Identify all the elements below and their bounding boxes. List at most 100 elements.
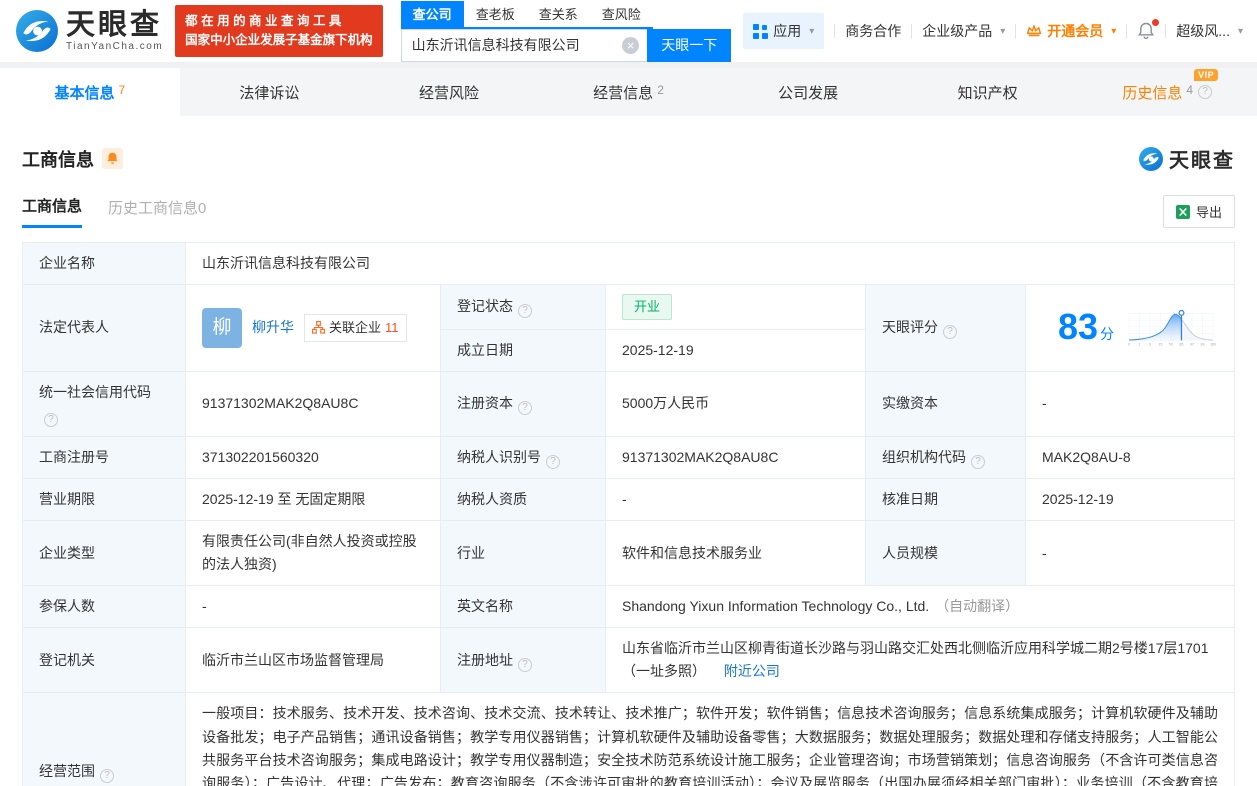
tab-company-development[interactable]: 公司发展 — [718, 68, 898, 116]
svg-text:100: 100 — [1210, 342, 1216, 346]
svg-text:99: 99 — [1201, 342, 1205, 346]
tab-ip-label: 知识产权 — [958, 82, 1018, 103]
table-row: 企业名称 山东沂讯信息科技有限公司 — [23, 243, 1235, 285]
table-row: 登记机关 临沂市兰山区市场监督管理局 注册地址 山东省临沂市兰山区柳青街道长沙路… — [23, 628, 1235, 693]
company-name-label: 企业名称 — [23, 243, 186, 285]
watermark-name: 天眼查 — [1169, 144, 1235, 173]
tab-basic-info-count: 7 — [118, 83, 125, 97]
tab-basic-info[interactable]: 基本信息 7 — [0, 68, 180, 116]
nav-open-vip[interactable]: 开通会员 — [1026, 21, 1116, 41]
logo-swirl-icon — [16, 10, 58, 52]
tab-intellectual-property[interactable]: 知识产权 — [898, 68, 1078, 116]
table-row: 参保人数 - 英文名称 Shandong Yixun Information T… — [23, 586, 1235, 628]
company-type-value: 有限责任公司(非自然人投资或控股的法人独资) — [186, 521, 441, 586]
tab-basic-info-label: 基本信息 — [54, 82, 114, 103]
search-tab-relation[interactable]: 查关系 — [527, 1, 590, 27]
apps-menu[interactable]: 应用 — [743, 13, 824, 49]
industry-value: 软件和信息技术服务业 — [606, 521, 866, 586]
taxpayer-quality-value: - — [606, 478, 866, 520]
search-button[interactable]: 天眼一下 — [647, 29, 731, 62]
help-icon[interactable] — [100, 769, 114, 783]
english-name-label: 英文名称 — [441, 586, 606, 628]
apps-label: 应用 — [773, 21, 801, 41]
tab-risk-label: 经营风险 — [419, 82, 479, 103]
company-type-label: 企业类型 — [23, 521, 186, 586]
divider — [1126, 24, 1127, 38]
divider — [911, 24, 912, 38]
tab-history-label: 历史信息 — [1122, 82, 1182, 103]
notification-dot — [1152, 19, 1159, 26]
apps-grid-icon — [753, 24, 768, 39]
search-input[interactable] — [401, 29, 648, 62]
related-companies-badge[interactable]: 关联企业 11 — [304, 314, 407, 341]
nav-super-risk[interactable]: 超级风... — [1176, 21, 1243, 41]
nav-business-cooperation[interactable]: 商务合作 — [845, 21, 901, 41]
company-name-value: 山东沂讯信息科技有限公司 — [186, 243, 1235, 285]
divider — [1165, 24, 1166, 38]
tab-business-info[interactable]: 经营信息 2 — [539, 68, 719, 116]
legal-rep-link[interactable]: 柳升华 — [252, 316, 294, 339]
approval-date-label: 核准日期 — [866, 478, 1026, 520]
svg-text:1: 1 — [1139, 342, 1141, 346]
clear-icon[interactable] — [622, 37, 639, 54]
notifications-button[interactable] — [1137, 22, 1155, 40]
nearby-companies-link[interactable]: 附近公司 — [724, 663, 780, 679]
tab-legal-proceedings[interactable]: 法律诉讼 — [180, 68, 360, 116]
business-term-value: 2025-12-19 至 无固定期限 — [186, 478, 441, 520]
table-row: 营业期限 2025-12-19 至 无固定期限 纳税人资质 - 核准日期 202… — [23, 478, 1235, 520]
legal-rep-cell: 柳 柳升华 关联企业 11 — [186, 285, 441, 372]
svg-text:0: 0 — [1128, 342, 1130, 346]
tab-legal-label: 法律诉讼 — [239, 82, 299, 103]
score-value: 83分 — [1058, 309, 1114, 346]
subtab-history-registration[interactable]: 历史工商信息0 — [108, 197, 206, 227]
search-tab-risk[interactable]: 查风险 — [590, 1, 653, 27]
tab-operational-risk[interactable]: 经营风险 — [359, 68, 539, 116]
establish-date-value: 2025-12-19 — [606, 329, 866, 371]
business-cooperation-label: 商务合作 — [845, 21, 901, 41]
subscribe-bell-icon — [106, 152, 119, 165]
subtab-business-registration[interactable]: 工商信息 — [22, 195, 82, 228]
page-tabs: 基本信息 7 法律诉讼 经营风险 经营信息 2 公司发展 知识产权 历史信息 4… — [0, 68, 1257, 116]
excel-icon — [1176, 205, 1190, 219]
org-code-label: 组织机构代码 — [866, 436, 1026, 478]
business-info-table: 企业名称 山东沂讯信息科技有限公司 法定代表人 柳 柳升华 关联 — [22, 242, 1235, 786]
table-row: 经营范围 一般项目：技术服务、技术开发、技术咨询、技术交流、技术转让、技术推广；… — [23, 693, 1235, 786]
enterprise-products-label: 企业级产品 — [922, 21, 992, 41]
help-icon[interactable] — [518, 658, 532, 672]
score-unit: 分 — [1100, 326, 1114, 342]
help-icon[interactable] — [518, 304, 532, 318]
help-icon[interactable] — [518, 401, 532, 415]
help-icon[interactable] — [546, 455, 560, 469]
help-icon[interactable] — [943, 325, 957, 339]
search-tab-company[interactable]: 查公司 — [401, 1, 464, 27]
org-code-value: MAK2Q8AU-8 — [1026, 436, 1235, 478]
score-number: 83 — [1058, 306, 1098, 347]
watermark-swirl-icon — [1139, 147, 1163, 171]
export-button[interactable]: 导出 — [1163, 195, 1235, 228]
table-row: 工商注册号 371302201560320 纳税人识别号 91371302MAK… — [23, 436, 1235, 478]
tab-history-info[interactable]: 历史信息 4 VIP — [1077, 68, 1257, 116]
staff-size-label: 人员规模 — [866, 521, 1026, 586]
tianyancha-logo[interactable]: 天眼查 TianYanCha.com — [16, 10, 163, 52]
subscribe-button[interactable] — [102, 148, 123, 169]
header-nav: 应用 商务合作 企业级产品 开通会员 超级风... — [743, 13, 1243, 49]
table-row: 企业类型 有限责任公司(非自然人投资或控股的法人独资) 行业 软件和信息技术服务… — [23, 521, 1235, 586]
watermark-logo: 天眼查 — [1139, 144, 1235, 173]
divider — [1015, 24, 1016, 38]
nav-enterprise-products[interactable]: 企业级产品 — [922, 21, 1005, 41]
main-content: 工商信息 天眼查 工商信息 历史工商信息0 导出 — [0, 144, 1257, 786]
reg-capital-value: 5000万人民币 — [606, 371, 866, 436]
insured-label: 参保人数 — [23, 586, 186, 628]
business-scope-value: 一般项目：技术服务、技术开发、技术咨询、技术交流、技术转让、技术推广；软件开发；… — [186, 693, 1235, 786]
legal-rep-avatar[interactable]: 柳 — [202, 308, 242, 348]
business-term-label: 营业期限 — [23, 478, 186, 520]
help-icon[interactable] — [1198, 85, 1212, 99]
tab-business-info-count: 2 — [657, 83, 664, 97]
approval-date-value: 2025-12-19 — [1026, 478, 1235, 520]
help-icon[interactable] — [44, 413, 58, 427]
legal-rep-label: 法定代表人 — [23, 285, 186, 372]
tab-development-label: 公司发展 — [778, 82, 838, 103]
search-tab-boss[interactable]: 查老板 — [464, 1, 527, 27]
help-icon[interactable] — [971, 455, 985, 469]
credit-code-value: 91371302MAK2Q8AU8C — [186, 371, 441, 436]
